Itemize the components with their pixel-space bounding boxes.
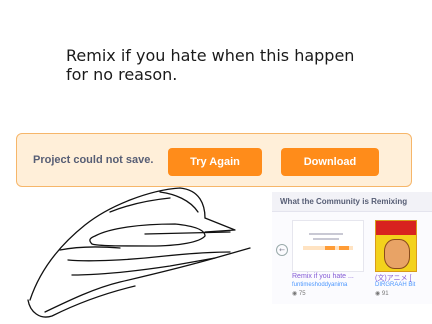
hand-scribble-drawing bbox=[27, 187, 251, 318]
